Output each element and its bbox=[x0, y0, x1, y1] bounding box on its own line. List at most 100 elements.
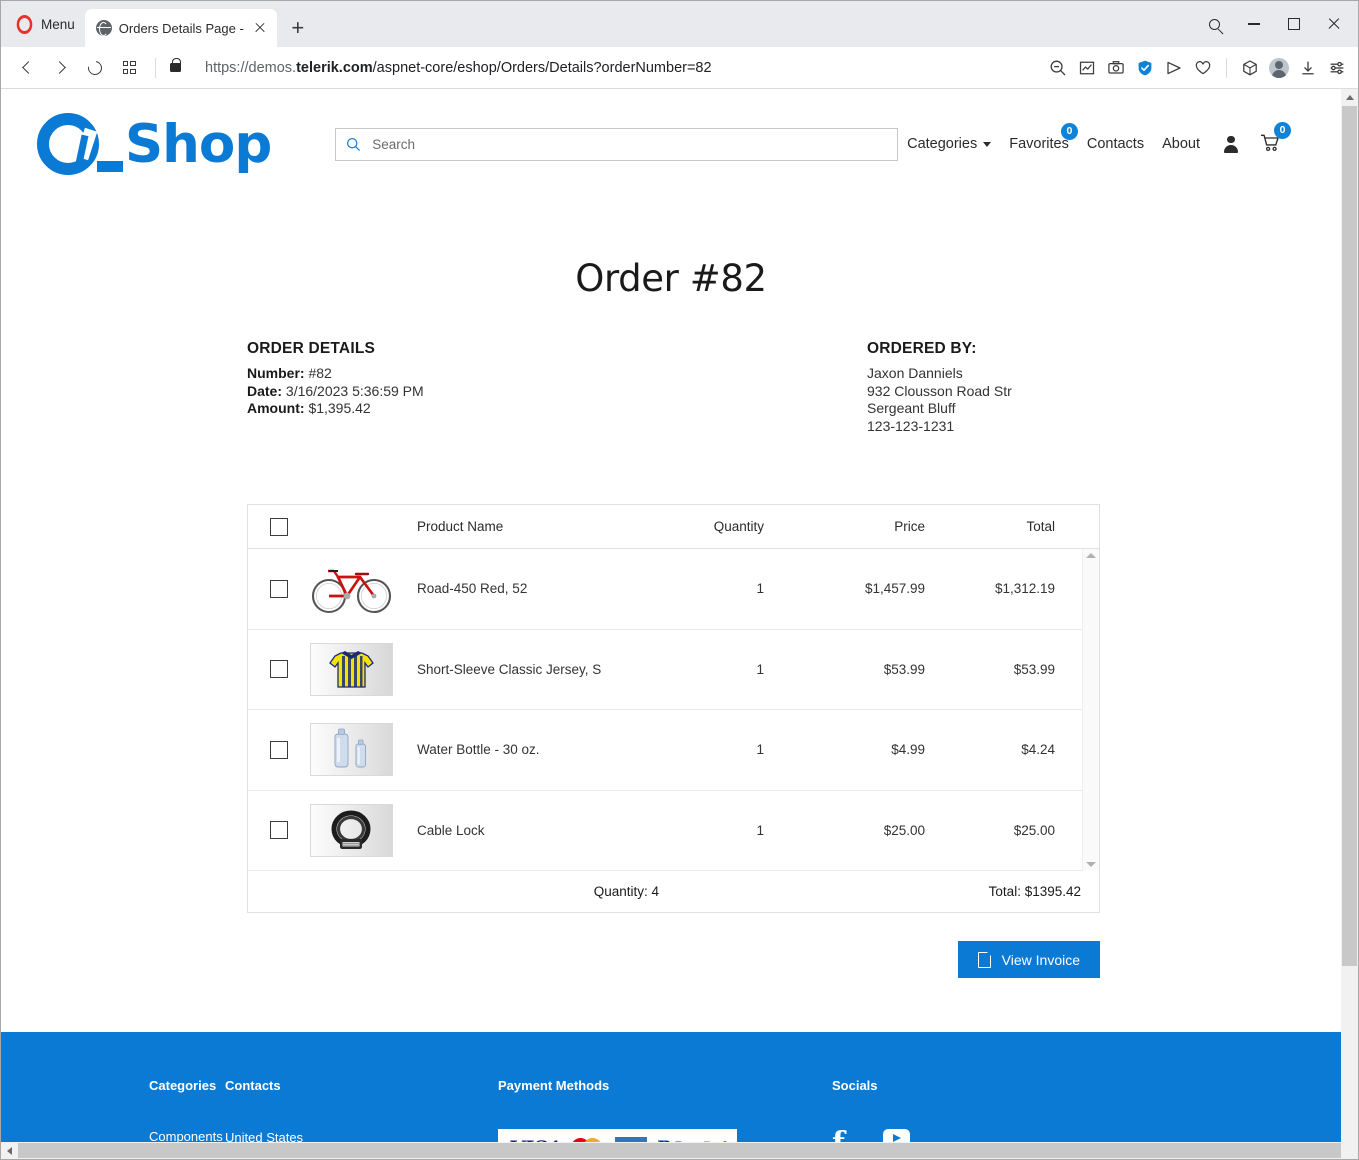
footer-total: Total: $1395.42 bbox=[988, 884, 1081, 899]
cube-icon[interactable] bbox=[1237, 55, 1263, 81]
product-quantity: 1 bbox=[756, 822, 764, 838]
search-placeholder: Search bbox=[372, 136, 416, 152]
table-row[interactable]: Water Bottle - 30 oz. 1 $4.99 $4.24 bbox=[248, 710, 1099, 791]
nav-item-about[interactable]: About bbox=[1153, 136, 1209, 152]
customer-phone: 123-123-1231 bbox=[867, 417, 955, 434]
page-horizontal-scrollbar[interactable] bbox=[1, 1142, 1341, 1159]
product-name-column-header: Product Name bbox=[417, 519, 504, 534]
order-amount-line: Amount: $1,395.42 bbox=[247, 400, 867, 418]
forward-icon[interactable] bbox=[45, 52, 77, 84]
nav-item-contacts[interactable]: Contacts bbox=[1078, 136, 1153, 152]
grid-footer-row: Quantity: 4 Total: $1395.42 bbox=[248, 871, 1099, 912]
back-icon[interactable] bbox=[11, 52, 43, 84]
search-input[interactable]: Search bbox=[335, 127, 899, 161]
footer-quantity: Quantity: 4 bbox=[593, 884, 659, 899]
row-select-cell bbox=[248, 579, 310, 598]
shield-check-icon[interactable] bbox=[1132, 55, 1158, 81]
scroll-down-icon[interactable] bbox=[1086, 862, 1096, 867]
product-quantity: 1 bbox=[756, 581, 764, 597]
scroll-up-icon[interactable] bbox=[1341, 89, 1358, 106]
heart-icon[interactable] bbox=[1190, 55, 1216, 81]
nav-label: About bbox=[1162, 136, 1200, 152]
site-header: Shop Search Categories Favorites 0 Conta… bbox=[1, 89, 1341, 199]
document-icon bbox=[977, 951, 992, 968]
order-summary: ORDER DETAILS Number: #82 Date: 3/16/202… bbox=[1, 340, 1341, 435]
scroll-left-icon[interactable] bbox=[1, 1142, 18, 1159]
nav-label: Contacts bbox=[1086, 136, 1145, 152]
product-quantity: 1 bbox=[756, 742, 764, 758]
product-total: $4.24 bbox=[1021, 742, 1055, 758]
cart-button[interactable]: 0 bbox=[1248, 121, 1295, 156]
order-amount-value: $1,395.42 bbox=[308, 400, 371, 416]
profile-avatar-icon[interactable] bbox=[1266, 55, 1292, 81]
new-tab-button[interactable] bbox=[283, 9, 313, 47]
ordered-by-block: ORDERED BY: Jaxon Danniels 932 Clousson … bbox=[867, 340, 1197, 435]
grid-vertical-scrollbar[interactable] bbox=[1082, 549, 1099, 871]
order-number-line: Number: #82 bbox=[247, 365, 867, 383]
chevron-down-icon bbox=[983, 141, 992, 147]
pin-chart-icon[interactable] bbox=[1074, 55, 1100, 81]
order-details-heading: ORDER DETAILS bbox=[247, 340, 376, 357]
person-icon bbox=[1223, 135, 1238, 153]
opera-menu-button[interactable]: Menu bbox=[11, 1, 85, 47]
download-icon[interactable] bbox=[1295, 55, 1321, 81]
total-column-header: Total bbox=[1026, 519, 1055, 534]
cart-badge: 0 bbox=[1274, 121, 1291, 139]
browser-window: Menu Orders Details Page - Web https://d… bbox=[0, 0, 1359, 1160]
table-row[interactable]: Cable Lock 1 $25.00 $25.00 bbox=[248, 791, 1099, 871]
nav-label: Favorites bbox=[1009, 136, 1069, 152]
nav-item-favorites[interactable]: Favorites 0 bbox=[1000, 123, 1078, 152]
browser-toolbar bbox=[1045, 55, 1350, 81]
product-image-cell bbox=[310, 562, 413, 616]
window-search-icon[interactable] bbox=[1194, 4, 1234, 44]
maximize-icon[interactable] bbox=[1274, 4, 1314, 44]
product-total: $53.99 bbox=[1013, 661, 1055, 677]
customer-street: 932 Clousson Road Str bbox=[867, 382, 1012, 399]
row-checkbox[interactable] bbox=[270, 821, 288, 840]
row-checkbox[interactable] bbox=[270, 740, 288, 759]
logo-e-icon bbox=[37, 113, 99, 175]
order-details-block: ORDER DETAILS Number: #82 Date: 3/16/202… bbox=[247, 340, 867, 435]
scroll-up-icon[interactable] bbox=[1086, 553, 1096, 558]
nav-item-categories[interactable]: Categories bbox=[898, 136, 1000, 152]
url-text[interactable]: https://demos.telerik.com/aspnet-core/es… bbox=[183, 60, 1043, 76]
eshop-logo[interactable]: Shop bbox=[37, 113, 272, 175]
window-controls bbox=[1194, 1, 1354, 47]
quantity-column-header: Quantity bbox=[713, 519, 764, 534]
divider bbox=[1226, 57, 1227, 78]
grid-body: Road-450 Red, 52 1 $1,457.99 $1,312.19 S… bbox=[248, 549, 1099, 871]
table-row[interactable]: Short-Sleeve Classic Jersey, S 1 $53.99 … bbox=[248, 630, 1099, 710]
customer-city: Sergeant Bluff bbox=[867, 400, 956, 416]
horizontal-scroll-thumb[interactable] bbox=[18, 1143, 1341, 1158]
send-message-icon[interactable] bbox=[1161, 55, 1187, 81]
customer-name: Jaxon Danniels bbox=[867, 365, 963, 381]
search-minus-icon[interactable] bbox=[1045, 55, 1071, 81]
product-image-cell bbox=[310, 642, 413, 696]
page-vertical-scrollbar[interactable] bbox=[1341, 89, 1358, 1159]
settings-sliders-icon[interactable] bbox=[1324, 55, 1350, 81]
account-button[interactable] bbox=[1209, 135, 1248, 153]
product-name: Cable Lock bbox=[417, 822, 485, 838]
view-invoice-button[interactable]: View Invoice bbox=[957, 941, 1100, 978]
reload-icon[interactable] bbox=[79, 52, 111, 84]
order-date-line: Date: 3/16/2023 5:36:59 PM bbox=[247, 383, 867, 401]
product-price: $25.00 bbox=[883, 822, 925, 838]
order-number-value: #82 bbox=[308, 365, 332, 381]
tab-grid-icon[interactable] bbox=[113, 52, 145, 84]
select-all-checkbox[interactable] bbox=[270, 517, 288, 536]
vertical-scroll-thumb[interactable] bbox=[1342, 106, 1357, 966]
product-quantity: 1 bbox=[756, 661, 764, 677]
table-row[interactable]: Road-450 Red, 52 1 $1,457.99 $1,312.19 bbox=[248, 549, 1099, 630]
order-date-label: Date: bbox=[247, 382, 283, 399]
divider bbox=[155, 57, 156, 78]
camera-snapshot-icon[interactable] bbox=[1103, 55, 1129, 81]
row-checkbox[interactable] bbox=[270, 660, 288, 679]
logo-text: Shop bbox=[125, 113, 272, 175]
browser-tab[interactable]: Orders Details Page - Web bbox=[84, 9, 277, 47]
close-tab-icon[interactable] bbox=[251, 19, 269, 37]
product-image-cell bbox=[310, 803, 413, 857]
close-icon[interactable] bbox=[1314, 4, 1354, 44]
row-checkbox[interactable] bbox=[270, 579, 288, 598]
price-column-header: Price bbox=[894, 519, 925, 534]
minimize-icon[interactable] bbox=[1234, 4, 1274, 44]
